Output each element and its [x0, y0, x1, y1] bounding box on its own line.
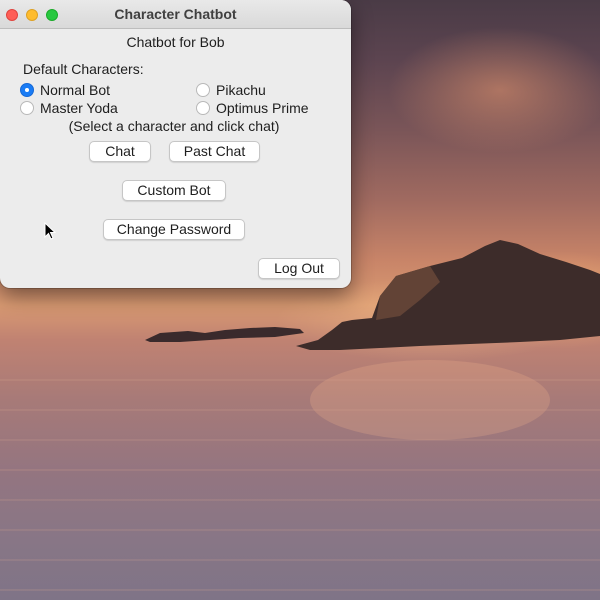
page-heading: Chatbot for Bob — [126, 34, 225, 50]
window-title: Character Chatbot — [114, 6, 237, 22]
radio-unchecked-indicator[interactable] — [196, 83, 210, 97]
radio-normal-bot[interactable]: Normal Bot — [20, 81, 110, 99]
radio-unchecked-indicator[interactable] — [20, 101, 34, 115]
distant-rock — [145, 327, 304, 342]
default-characters-label: Default Characters: — [23, 61, 144, 77]
title-bar[interactable]: Character Chatbot — [0, 0, 351, 29]
radio-label: Master Yoda — [40, 100, 118, 116]
radio-unchecked-indicator[interactable] — [196, 101, 210, 115]
radio-pikachu[interactable]: Pikachu — [196, 81, 266, 99]
selection-hint: (Select a character and click chat) — [68, 118, 280, 134]
radio-optimus-prime[interactable]: Optimus Prime — [196, 99, 309, 117]
arrow-cursor-icon — [44, 222, 56, 240]
chat-button[interactable]: Chat — [89, 141, 151, 162]
change-password-button[interactable]: Change Password — [103, 219, 245, 240]
radio-label: Pikachu — [216, 82, 266, 98]
radio-label: Normal Bot — [40, 82, 111, 98]
past-chat-button[interactable]: Past Chat — [169, 141, 260, 162]
radio-checked-indicator[interactable] — [20, 83, 34, 97]
radio-label: Optimus Prime — [216, 100, 309, 116]
sun-reflection — [310, 360, 550, 440]
chatbot-window: Character Chatbot Chatbot for Bob Defaul… — [0, 0, 351, 288]
log-out-button[interactable]: Log Out — [258, 258, 340, 279]
custom-bot-button[interactable]: Custom Bot — [122, 180, 226, 201]
window-content: Chatbot for Bob Default Characters: Norm… — [0, 29, 351, 288]
radio-master-yoda[interactable]: Master Yoda — [20, 99, 118, 117]
